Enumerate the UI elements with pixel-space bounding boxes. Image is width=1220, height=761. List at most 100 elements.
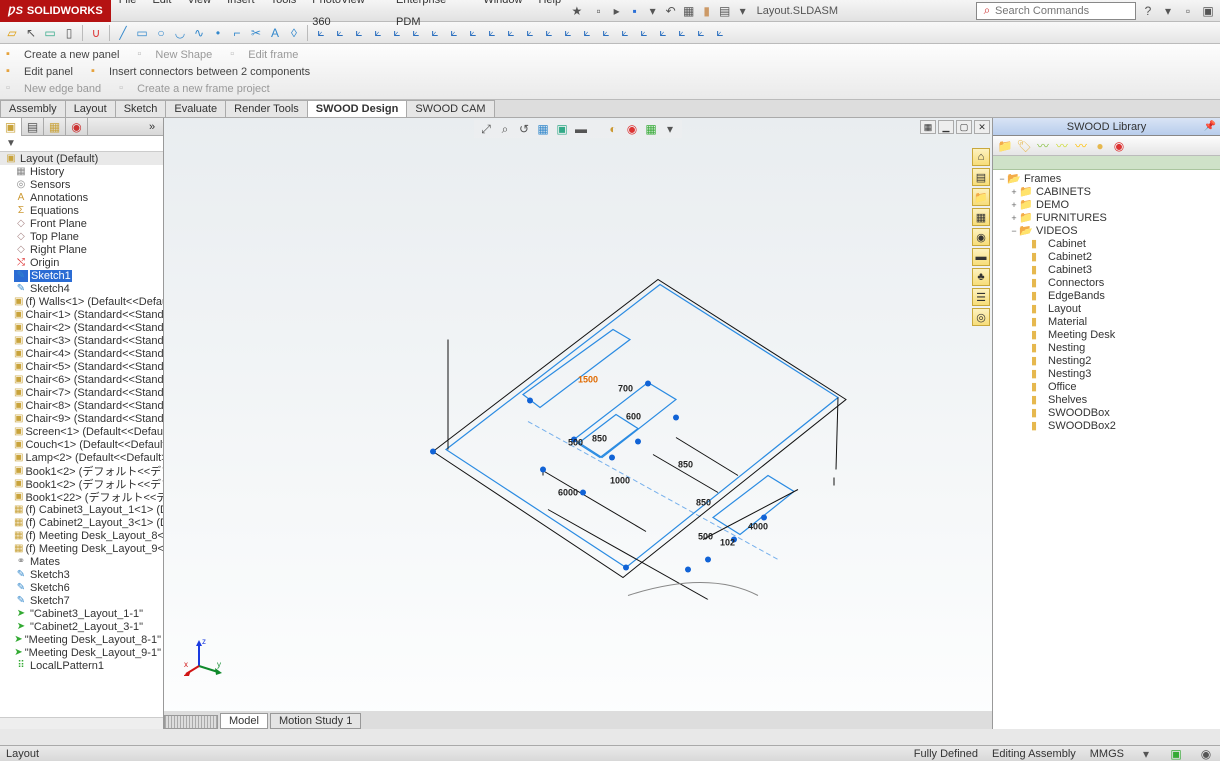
- extra-tab-icon[interactable]: ◎: [972, 308, 990, 326]
- undo-icon[interactable]: ↶: [663, 3, 679, 19]
- lib-item-videos[interactable]: −📂VIDEOS: [993, 224, 1220, 237]
- swood-tab-icon[interactable]: ♣: [972, 268, 990, 286]
- win-close-icon[interactable]: ✕: [974, 120, 990, 134]
- lib-item-cabinet[interactable]: ▮Cabinet: [993, 237, 1220, 250]
- appearances-icon[interactable]: ◉: [972, 228, 990, 246]
- lib-item-nesting2[interactable]: ▮Nesting2: [993, 354, 1220, 367]
- tree-item-6[interactable]: ◇Right Plane: [0, 243, 163, 256]
- lib-item-material[interactable]: ▮Material: [993, 315, 1220, 328]
- swres-icon[interactable]: ⌂: [972, 148, 990, 166]
- dim-500b[interactable]: 500: [698, 532, 713, 542]
- lasso-icon[interactable]: ▭: [42, 25, 58, 41]
- appearance-icon[interactable]: ◉: [624, 121, 640, 137]
- dim-500[interactable]: 500: [568, 438, 583, 448]
- tree-item-7[interactable]: ⤭Origin: [0, 256, 163, 269]
- circle-icon[interactable]: ○: [153, 25, 169, 41]
- sketch-tool-16-icon[interactable]: ⟀: [617, 25, 633, 41]
- sketch-tool-15-icon[interactable]: ⟀: [598, 25, 614, 41]
- lib-worm3-icon[interactable]: 〰: [1073, 138, 1089, 154]
- lib-item-cabinet3[interactable]: ▮Cabinet3: [993, 263, 1220, 276]
- dim-4000[interactable]: 4000: [748, 522, 768, 532]
- tree-item-15[interactable]: ▣Chair<5> (Standard<<Standard>_D…: [0, 360, 163, 373]
- tab-swood-cam[interactable]: SWOOD CAM: [406, 100, 494, 117]
- search-commands[interactable]: ⌕: [976, 2, 1136, 20]
- prev-view-icon[interactable]: ↺: [516, 121, 532, 137]
- flyout-arrow[interactable]: »: [141, 118, 163, 136]
- custom-props-icon[interactable]: ▬: [972, 248, 990, 266]
- save-icon[interactable]: ▪: [627, 3, 643, 19]
- open-icon[interactable]: ▸: [609, 3, 625, 19]
- status-dropdown-icon[interactable]: ▾: [1138, 746, 1154, 761]
- sketch-tool-6-icon[interactable]: ⟀: [427, 25, 443, 41]
- win-max-icon[interactable]: ▢: [956, 120, 972, 134]
- lib-item-cabinets[interactable]: +📁CABINETS: [993, 185, 1220, 198]
- file-explorer-icon[interactable]: 📁: [972, 188, 990, 206]
- lib-item-connectors[interactable]: ▮Connectors: [993, 276, 1220, 289]
- lib-dot-icon[interactable]: ●: [1092, 138, 1108, 154]
- tree-item-35[interactable]: ➤"Cabinet2_Layout_3-1": [0, 620, 163, 633]
- pin-icon[interactable]: 📌: [1204, 121, 1216, 132]
- expand-icon[interactable]: −: [1009, 226, 1019, 236]
- sketch-tool-10-icon[interactable]: ⟀: [503, 25, 519, 41]
- status-rebuild-icon[interactable]: ▣: [1168, 746, 1184, 761]
- fillet-icon[interactable]: ⌐: [229, 25, 245, 41]
- sketch-tool-20-icon[interactable]: ⟀: [693, 25, 709, 41]
- lib-worm1-icon[interactable]: 〰: [1035, 138, 1051, 154]
- text-icon[interactable]: A: [267, 25, 283, 41]
- rebuild-icon[interactable]: ▤: [717, 3, 733, 19]
- trim-icon[interactable]: ✂: [248, 25, 264, 41]
- zoom-area-icon[interactable]: ⌕: [497, 121, 513, 137]
- lib-root-frames[interactable]: −📂Frames: [993, 172, 1220, 185]
- lib-item-office[interactable]: ▮Office: [993, 380, 1220, 393]
- tree-item-5[interactable]: ◇Top Plane: [0, 230, 163, 243]
- tree-item-16[interactable]: ▣Chair<6> (Standard<<Standard>_D…: [0, 373, 163, 386]
- magnet-icon[interactable]: ∪: [88, 25, 104, 41]
- tree-root[interactable]: ▣Layout (Default): [0, 152, 163, 165]
- dim-850b[interactable]: 850: [678, 460, 693, 470]
- tab-evaluate[interactable]: Evaluate: [165, 100, 226, 117]
- dim-102[interactable]: 102: [720, 538, 735, 548]
- tree-item-8[interactable]: ✎Sketch1: [0, 269, 163, 282]
- sketch-tool-21-icon[interactable]: ⟀: [712, 25, 728, 41]
- lib-item-nesting3[interactable]: ▮Nesting3: [993, 367, 1220, 380]
- view-orient-icon[interactable]: ▦: [920, 120, 936, 134]
- sketch-tool-14-icon[interactable]: ⟀: [579, 25, 595, 41]
- lib-item-furnitures[interactable]: +📁FURNITURES: [993, 211, 1220, 224]
- tree-item-30[interactable]: ⚭Mates: [0, 555, 163, 568]
- status-cog-icon[interactable]: ◉: [1198, 746, 1214, 761]
- dim-600[interactable]: 600: [626, 412, 641, 422]
- expand-icon[interactable]: +: [1009, 200, 1019, 210]
- sketch-tool-4-icon[interactable]: ⟀: [389, 25, 405, 41]
- tree-item-14[interactable]: ▣Chair<4> (Standard<<Standard>_D…: [0, 347, 163, 360]
- cmd-create-a-new-panel[interactable]: ▪Create a new panel: [6, 48, 119, 62]
- lib-worm2-icon[interactable]: 〰: [1054, 138, 1070, 154]
- tree-item-29[interactable]: ▦(f) Meeting Desk_Layout_9<1> (De…: [0, 542, 163, 555]
- sketch-tool-11-icon[interactable]: ⟀: [522, 25, 538, 41]
- tree-item-20[interactable]: ▣Screen<1> (Default<<Default>_Ph…: [0, 425, 163, 438]
- tree-item-17[interactable]: ▣Chair<7> (Standard<<Standard>_D…: [0, 386, 163, 399]
- sketch-tool-3-icon[interactable]: ⟀: [370, 25, 386, 41]
- tab-motion-study[interactable]: Motion Study 1: [270, 713, 361, 729]
- redo-icon[interactable]: ▦: [681, 3, 697, 19]
- win-min-icon[interactable]: ▁: [938, 120, 954, 134]
- tab-layout[interactable]: Layout: [65, 100, 116, 117]
- config-tab[interactable]: ▦: [44, 118, 66, 136]
- sketch-tool-9-icon[interactable]: ⟀: [484, 25, 500, 41]
- lib-item-cabinet2[interactable]: ▮Cabinet2: [993, 250, 1220, 263]
- search-input[interactable]: [995, 5, 1125, 17]
- close-icon[interactable]: ▣: [1200, 3, 1216, 19]
- lib-tag-icon[interactable]: 🏷: [1016, 138, 1032, 154]
- tree-item-19[interactable]: ▣Chair<9> (Standard<<Standard>_D…: [0, 412, 163, 425]
- select-tool-icon[interactable]: ↖: [23, 25, 39, 41]
- property-tab[interactable]: ▤: [22, 118, 44, 136]
- tab-model[interactable]: Model: [220, 713, 268, 729]
- zoom-fit-icon[interactable]: ⤢: [478, 121, 494, 137]
- tree-item-4[interactable]: ◇Front Plane: [0, 217, 163, 230]
- options-icon[interactable]: ▾: [735, 3, 751, 19]
- dim-850c[interactable]: 850: [696, 498, 711, 508]
- tree-item-0[interactable]: ▦History: [0, 165, 163, 178]
- feature-tree-tab[interactable]: ▣: [0, 118, 22, 136]
- section-icon[interactable]: ▦: [535, 121, 551, 137]
- dim-700[interactable]: 700: [618, 384, 633, 394]
- spline-icon[interactable]: ∿: [191, 25, 207, 41]
